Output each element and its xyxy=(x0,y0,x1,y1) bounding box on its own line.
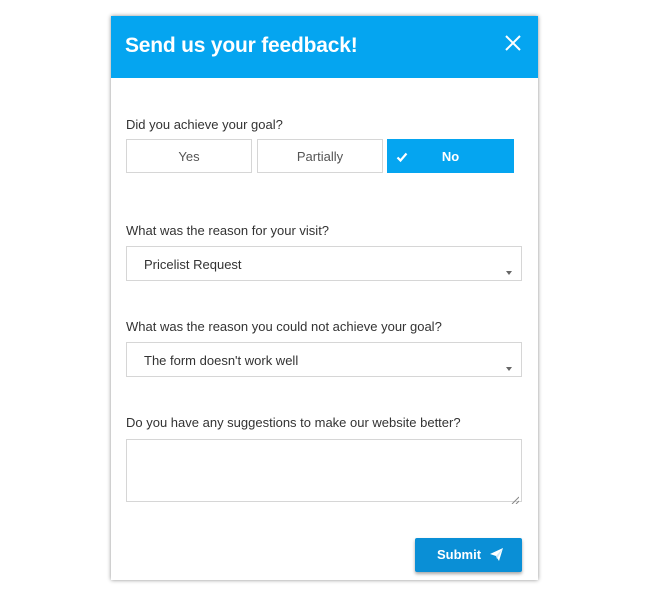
feedback-dialog: Send us your feedback! Did you achieve y… xyxy=(111,16,538,580)
goal-question: Did you achieve your goal? xyxy=(126,117,283,132)
submit-button[interactable]: Submit xyxy=(415,538,522,572)
failure-reason-question: What was the reason you could not achiev… xyxy=(126,319,442,334)
submit-label: Submit xyxy=(437,547,482,562)
goal-option-label: Partially xyxy=(296,148,344,164)
dialog-header: Send us your feedback! xyxy=(111,16,538,78)
goal-option-partially[interactable]: Partially xyxy=(257,139,383,173)
close-icon[interactable] xyxy=(503,33,523,53)
caret-down-icon xyxy=(506,262,512,275)
visit-reason-value: Pricelist Request xyxy=(144,257,242,272)
goal-option-yes[interactable]: Yes xyxy=(126,139,252,173)
caret-down-icon xyxy=(506,358,512,371)
goal-option-label: No xyxy=(441,148,460,164)
goal-option-no[interactable]: No xyxy=(387,139,514,173)
dialog-title: Send us your feedback! xyxy=(125,34,358,57)
visit-reason-question: What was the reason for your visit? xyxy=(126,223,330,238)
goal-option-label: Yes xyxy=(178,148,200,164)
failure-reason-select[interactable]: The form doesn't work well xyxy=(126,342,522,377)
resize-grip-icon[interactable] xyxy=(511,491,520,505)
failure-reason-value: The form doesn't work well xyxy=(144,353,299,368)
checkmark-icon xyxy=(396,151,408,163)
paper-plane-icon xyxy=(490,548,503,561)
suggestions-question: Do you have any suggestions to make our … xyxy=(126,415,461,430)
visit-reason-select[interactable]: Pricelist Request xyxy=(126,246,522,281)
suggestions-textarea[interactable] xyxy=(126,439,522,505)
